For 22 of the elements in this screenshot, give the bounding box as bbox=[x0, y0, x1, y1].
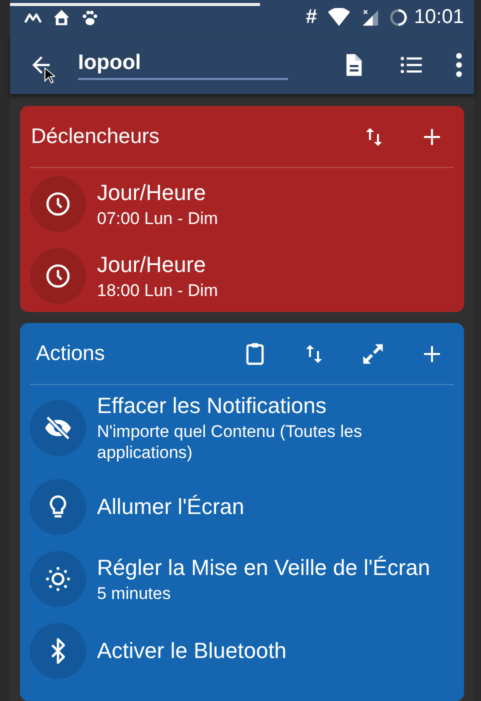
section-title: Actions bbox=[35, 342, 105, 366]
section-title: Déclencheurs bbox=[30, 124, 160, 148]
item-title: Jour/Heure bbox=[97, 252, 207, 278]
house-icon bbox=[52, 8, 71, 28]
item-title: Allumer l'Écran bbox=[97, 494, 244, 520]
item-subtitle: N'importe quel Contenu (Toutes les applications) bbox=[97, 421, 363, 463]
item-title: Régler la Mise en Veille de l'Écran bbox=[97, 554, 430, 580]
battery-ring-icon bbox=[388, 8, 408, 28]
more-vertical-icon bbox=[456, 52, 462, 77]
wifi-icon bbox=[326, 8, 351, 28]
hash-sign: # bbox=[306, 6, 317, 30]
paw-icon bbox=[81, 8, 99, 27]
app-logo-icon bbox=[24, 12, 42, 24]
item-subtitle: 18:00 Lun - Dim bbox=[97, 280, 218, 300]
clock-time: 10:01 bbox=[414, 6, 464, 30]
item-subtitle: 07:00 Lun - Dim bbox=[97, 208, 218, 228]
item-title: Effacer les Notifications bbox=[97, 393, 328, 419]
item-title: Jour/Heure bbox=[97, 180, 207, 206]
item-title: Activer le Bluetooth bbox=[97, 638, 287, 664]
mouse-cursor-icon bbox=[44, 67, 55, 84]
item-subtitle: 5 minutes bbox=[97, 582, 172, 604]
signal-icon bbox=[360, 8, 379, 28]
